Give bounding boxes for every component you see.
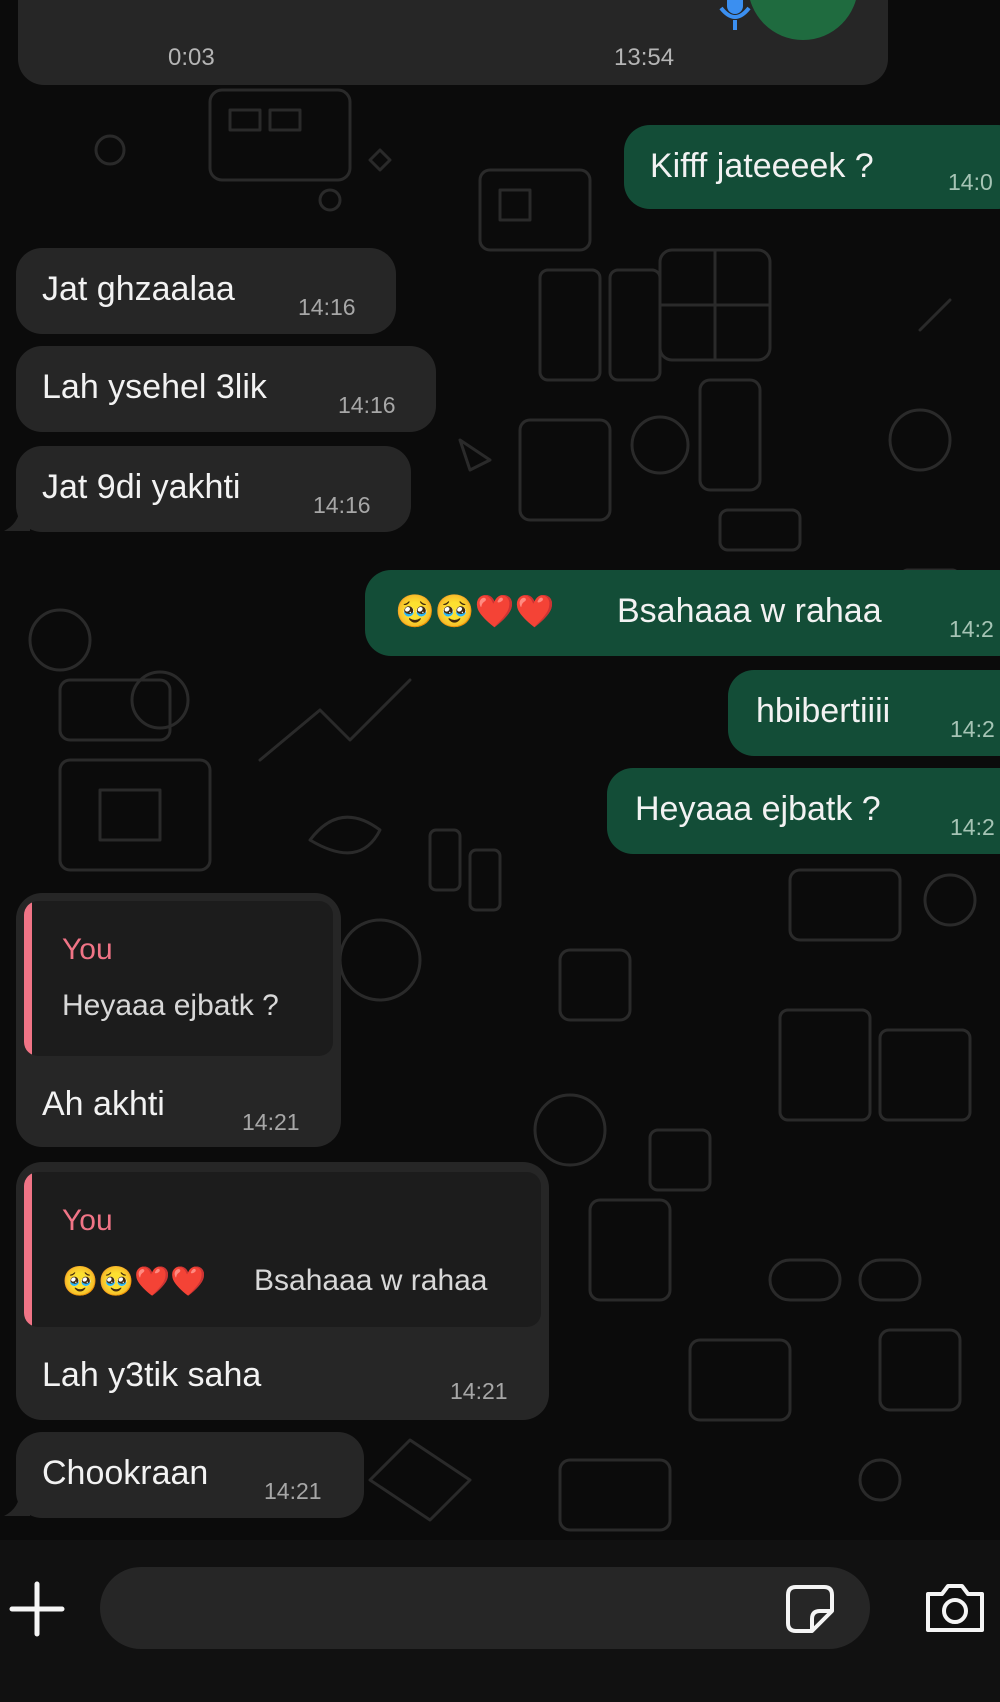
message-time: 13:54 [614,44,675,71]
message-text: Lah y3tik saha [42,1356,262,1394]
message-time: 14:0 [948,169,993,195]
voice-message-duration: 0:03 [168,44,215,71]
message-time: 14:16 [313,492,371,518]
incoming-message[interactable]: Jat ghzaalaa 14:16 [16,248,396,334]
message-text: hbibertiiii [756,692,891,730]
bubble-tail [4,1490,30,1516]
message-text: Kifff jateeeek ? [650,147,874,185]
message-text: Jat 9di yakhti [42,468,241,506]
incoming-message[interactable]: Chookraan 14:21 [16,1432,364,1518]
quote-text: Heyaaa ejbatk ? [62,989,279,1022]
message-text: Chookraan [42,1454,209,1492]
quote-accent-bar [24,1172,32,1327]
message-time: 14:16 [298,294,356,320]
quote-accent-bar [24,901,32,1056]
camera-icon[interactable] [922,1580,988,1641]
incoming-message[interactable]: Jat 9di yakhti 14:16 [16,446,411,532]
message-time: 14:2 [950,716,995,742]
message-time: 14:21 [242,1109,300,1135]
message-input[interactable] [100,1567,870,1649]
quoted-message[interactable]: You 🥹🥹❤️❤️ Bsahaaa w rahaa [24,1172,541,1327]
outgoing-message[interactable]: hbibertiiii 14:2 [728,670,1000,756]
microphone-icon [718,0,752,37]
message-time: 14:21 [264,1478,322,1504]
message-emojis: 🥹🥹❤️❤️ [395,592,555,630]
outgoing-message[interactable]: 🥹🥹❤️❤️ Bsahaaa w rahaa 14:2 [365,570,1000,656]
message-text: Bsahaaa w rahaa [617,592,882,630]
incoming-message[interactable]: Lah ysehel 3lik 14:16 [16,346,436,432]
outgoing-message[interactable]: Kifff jateeeek ? 14:0 [624,125,1000,209]
voice-message-bubble[interactable]: 0:03 13:54 [18,0,888,85]
message-time: 14:2 [950,814,995,840]
message-text: Lah ysehel 3lik [42,368,267,406]
incoming-reply-message[interactable]: You 🥹🥹❤️❤️ Bsahaaa w rahaa Lah y3tik sah… [16,1162,549,1420]
quote-author: You [62,1204,113,1237]
avatar [748,0,858,40]
incoming-reply-message[interactable]: You Heyaaa ejbatk ? Ah akhti 14:21 [16,893,341,1147]
plus-icon[interactable] [8,1580,66,1643]
message-time: 14:21 [450,1378,508,1404]
quote-emojis: 🥹🥹❤️❤️ [62,1264,207,1298]
sticker-icon[interactable] [784,1583,836,1640]
quote-text: Bsahaaa w rahaa [254,1264,488,1297]
message-text: Ah akhti [42,1085,165,1123]
message-time: 14:16 [338,392,396,418]
bubble-tail [4,505,30,531]
message-text: Heyaaa ejbatk ? [635,790,881,828]
quote-author: You [62,933,113,966]
outgoing-message[interactable]: Heyaaa ejbatk ? 14:2 [607,768,1000,854]
message-text: Jat ghzaalaa [42,270,235,308]
message-time: 14:2 [949,616,994,642]
quoted-message[interactable]: You Heyaaa ejbatk ? [24,901,333,1056]
